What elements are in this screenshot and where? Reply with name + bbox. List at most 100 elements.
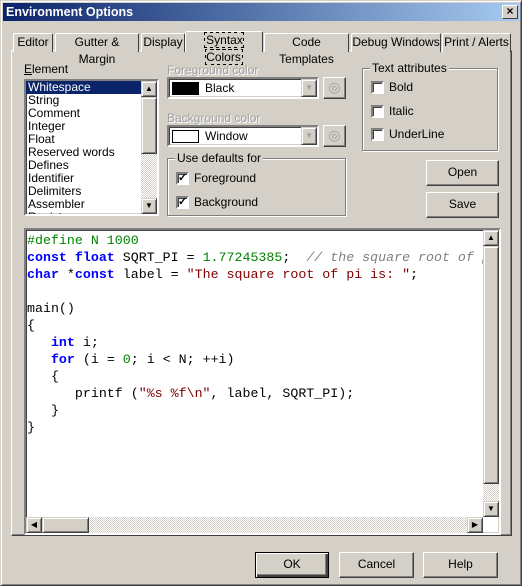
chevron-down-icon[interactable]: ▼ — [301, 127, 317, 145]
code-token-id: label = — [114, 267, 187, 282]
help-button[interactable]: Help — [423, 552, 498, 578]
code-line: const float SQRT_PI = 1.77245385; // the… — [27, 249, 484, 266]
code-token-id — [27, 335, 51, 350]
tab-print-alerts[interactable]: Print / Alerts — [442, 33, 511, 52]
tab-editor[interactable]: Editor — [13, 33, 53, 52]
code-token-str: "%s %f\n" — [138, 386, 211, 401]
code-line: { — [27, 368, 484, 385]
group-title: Use defaults for — [175, 151, 264, 165]
scroll-left-icon[interactable]: ◀ — [26, 517, 42, 533]
checkbox-label: Background — [194, 195, 259, 209]
foreground-swatch — [172, 82, 199, 95]
code-line: } — [27, 419, 484, 436]
cancel-button[interactable]: Cancel — [339, 552, 414, 578]
tab-label: Print / Alerts — [444, 35, 509, 49]
scroll-up-icon[interactable]: ▲ — [483, 230, 499, 246]
vertical-scrollbar[interactable]: ▲ ▼ — [483, 230, 499, 517]
color-picker-icon[interactable]: ◎ — [323, 77, 346, 99]
background-value: Window — [205, 129, 248, 143]
code-token-kw: char — [27, 267, 59, 282]
code-token-id: { — [27, 318, 35, 333]
color-picker-icon[interactable]: ◎ — [323, 125, 346, 147]
background-color-label: Background color — [167, 111, 261, 125]
code-token-pre: #define N 1000 — [27, 233, 139, 248]
tab-label: Editor — [17, 35, 49, 49]
scroll-right-icon[interactable]: ▶ — [467, 517, 483, 533]
tab-label: Gutter & Margin — [74, 35, 120, 66]
code-token-id: ; — [410, 267, 419, 282]
background-default-checkbox[interactable]: ✓ — [176, 196, 189, 209]
code-token-num: 0 — [122, 352, 131, 367]
code-line: #define N 1000 — [27, 232, 484, 249]
code-token-id — [27, 352, 51, 367]
code-line: } — [27, 402, 484, 419]
scroll-thumb[interactable] — [141, 97, 157, 154]
bold-checkbox[interactable] — [371, 81, 384, 94]
element-listbox[interactable]: Whitespace String Comment Integer Float Reser… — [24, 79, 159, 216]
text-attributes-group: Text attributes Bold Italic UnderLine — [362, 61, 498, 151]
ok-button[interactable]: OK — [255, 552, 329, 578]
save-button[interactable]: Save — [426, 192, 499, 218]
code-text: #define N 1000 const float SQRT_PI = 1.77… — [27, 232, 484, 436]
code-token-id: , label, SQRT_PI); — [210, 386, 355, 401]
foreground-value: Black — [205, 81, 235, 95]
close-icon[interactable]: × — [502, 5, 518, 19]
use-defaults-group: Use defaults for ✓ Foreground ✓ Backgrou… — [167, 151, 346, 216]
code-line: int i; — [27, 334, 484, 351]
code-token-id: } — [27, 403, 59, 418]
element-label-rest: lement — [32, 62, 69, 76]
title-bar: Environment Options — [3, 3, 519, 21]
tab-label: Code Templates — [279, 35, 334, 66]
code-token-id: SQRT_PI = — [114, 250, 203, 265]
italic-checkbox[interactable] — [371, 105, 384, 118]
scroll-thumb[interactable] — [483, 246, 499, 484]
code-token-kw: for — [50, 352, 75, 367]
horizontal-scrollbar[interactable]: ◀ ▶ — [26, 517, 483, 533]
checkbox-label: UnderLine — [389, 127, 445, 141]
code-token-num: 1.77245385 — [202, 250, 283, 265]
checkbox-label: Italic — [389, 104, 414, 118]
checkbox-label: Bold — [389, 80, 414, 94]
background-swatch — [172, 130, 199, 143]
foreground-default-checkbox[interactable]: ✓ — [176, 172, 189, 185]
scroll-up-icon[interactable]: ▲ — [141, 81, 157, 97]
background-color-combo[interactable]: Window ▼ — [167, 125, 319, 147]
code-token-id: * — [58, 267, 75, 282]
underline-checkbox[interactable] — [371, 128, 384, 141]
tab-label: Debug Windows — [352, 35, 440, 49]
scroll-down-icon[interactable]: ▼ — [483, 501, 499, 517]
scroll-thumb[interactable] — [42, 517, 89, 533]
code-token-com: // the square root of pi — [306, 250, 484, 265]
tab-label: Display — [143, 35, 183, 49]
code-line: for (i = 0; i < N; ++i) — [27, 351, 484, 368]
tab-label: Syntax Colors — [204, 32, 244, 65]
tab-debug-windows[interactable]: Debug Windows — [351, 33, 441, 52]
code-token-id: (i = — [74, 352, 123, 367]
tab-syntax-colors[interactable]: Syntax Colors — [185, 31, 263, 65]
code-token-kw: float — [74, 250, 115, 265]
tab-gutter-margin[interactable]: Gutter & Margin — [55, 33, 139, 66]
element-label: Element — [24, 62, 69, 76]
code-preview[interactable]: #define N 1000 const float SQRT_PI = 1.77… — [24, 228, 501, 535]
window-title: Environment Options — [6, 5, 134, 19]
code-line: main() — [27, 300, 484, 317]
tab-display[interactable]: Display — [141, 33, 185, 52]
checkbox-label: Foreground — [194, 171, 257, 185]
list-item[interactable]: Register — [26, 211, 143, 215]
code-line: { — [27, 317, 484, 334]
code-token-id: ; — [282, 250, 307, 265]
list-scrollbar[interactable]: ▲ ▼ — [141, 81, 157, 214]
tab-code-templates[interactable]: Code Templates — [264, 33, 349, 66]
code-token-kw: int — [50, 335, 75, 350]
open-button[interactable]: Open — [426, 160, 499, 186]
code-token-id: { — [27, 369, 59, 384]
chevron-down-icon[interactable]: ▼ — [301, 79, 317, 97]
foreground-color-combo[interactable]: Black ▼ — [167, 77, 319, 99]
code-token-id: main() — [27, 301, 75, 316]
code-line: char *const label = "The square root of … — [27, 266, 484, 283]
scroll-down-icon[interactable]: ▼ — [141, 198, 157, 214]
code-token-id: ; i < N; ++i) — [130, 352, 235, 367]
code-token-str: "The square root of pi is: " — [186, 267, 411, 282]
code-token-id: printf ( — [27, 386, 139, 401]
